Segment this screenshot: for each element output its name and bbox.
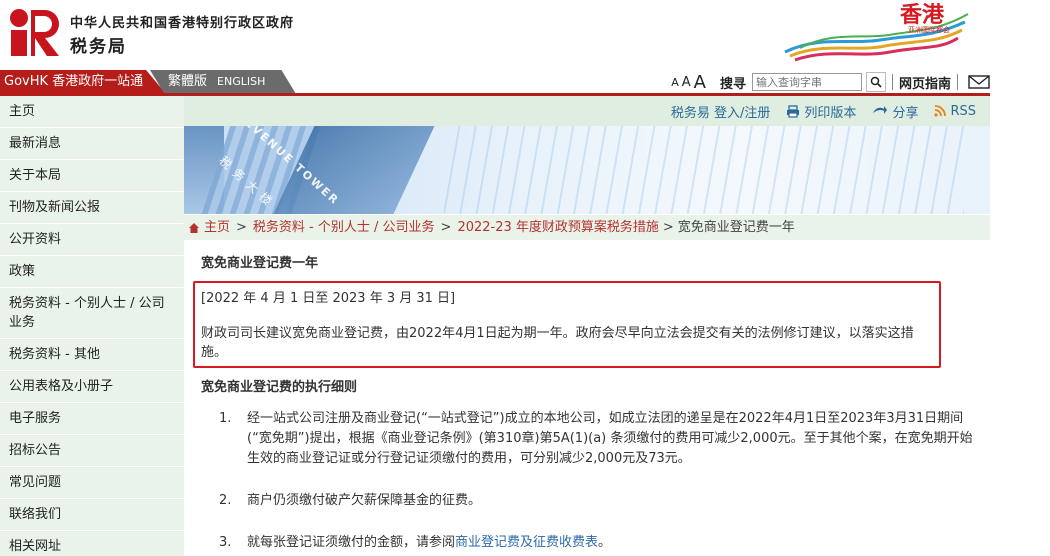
- sidebar-item-home[interactable]: 主页: [0, 96, 184, 128]
- lang-traditional-link[interactable]: 繁體版: [168, 74, 207, 89]
- font-size-large-button[interactable]: A: [694, 72, 706, 93]
- font-size-medium-button[interactable]: A: [682, 75, 691, 90]
- breadcrumb-separator: >: [662, 219, 674, 235]
- sidebar-item-about[interactable]: 关于本局: [0, 160, 184, 192]
- list-item-text: 。: [598, 535, 612, 550]
- breadcrumb-tax-info-link[interactable]: 税务资料 - 个别人士 / 公司业务: [253, 215, 435, 241]
- brand-hong-kong-logo-icon[interactable]: 香港 亚洲国际都会: [780, 0, 970, 66]
- etax-login-link[interactable]: 税务易 登入/注册: [671, 102, 771, 121]
- sitemap-link[interactable]: 网页指南: [899, 73, 951, 92]
- sidebar-item-policy[interactable]: 政策: [0, 256, 184, 288]
- sidebar-item-faq[interactable]: 常见问题: [0, 467, 184, 499]
- sidebar-item-tax-individual-business[interactable]: 税务资料 - 个别人士 / 公司业务: [0, 288, 184, 339]
- print-version-label: 列印版本: [804, 105, 857, 121]
- article: 宽免商业登记费一年 [2022 年 4 月 1 日至 2023 年 3 月 31…: [184, 240, 990, 553]
- print-version-link[interactable]: 列印版本: [786, 102, 856, 121]
- font-size-small-button[interactable]: A: [671, 76, 679, 89]
- rss-label: RSS: [950, 103, 976, 119]
- search-button[interactable]: [865, 72, 886, 92]
- breadcrumb-separator: >: [440, 219, 452, 235]
- tool-bar: A A A 搜寻 网页指南: [671, 72, 990, 93]
- section-title: 宽免商业登记费的执行细则: [201, 380, 358, 395]
- language-switcher: 繁體版 ENGLISH: [150, 70, 296, 94]
- search-icon: [870, 76, 882, 88]
- share-link[interactable]: 分享: [872, 102, 918, 121]
- sidebar-item-eservices[interactable]: 电子服务: [0, 403, 184, 435]
- highlighted-notice: [2022 年 4 月 1 日至 2023 年 3 月 31 日] 财政司司长建…: [193, 281, 941, 368]
- sidebar-item-publications[interactable]: 刊物及新闻公报: [0, 192, 184, 224]
- sidebar-item-forms[interactable]: 公用表格及小册子: [0, 371, 184, 403]
- sidebar-item-tax-other[interactable]: 税务资料 - 其他: [0, 339, 184, 371]
- department-name: 税务局: [70, 37, 127, 57]
- govhk-link[interactable]: GovHK 香港政府一站通: [0, 70, 166, 94]
- breadcrumb-separator: >: [236, 219, 247, 235]
- share-label: 分享: [892, 105, 919, 121]
- rules-list: 1. 经一站式公司注册及商业登记(“一站式登记”)成立的本地公司，如成立法团的递…: [201, 409, 973, 553]
- government-name: 中华人民共和国香港特别行政区政府: [70, 16, 295, 31]
- notice-period: [2022 年 4 月 1 日至 2023 年 3 月 31 日]: [201, 291, 456, 306]
- banner-graphic: [444, 126, 964, 214]
- printer-icon: [787, 104, 800, 118]
- main-content: 税务易 登入/注册 列印版本 分享 RSS REVENUE TOWER 税务大楼: [184, 96, 990, 556]
- search-label: 搜寻: [719, 76, 746, 92]
- list-item-text: 商户仍须缴付破产欠薪保障基金的征费。: [247, 493, 482, 508]
- rss-icon: [934, 105, 947, 117]
- sidebar-item-open-data[interactable]: 公开资料: [0, 224, 184, 256]
- fee-schedule-link[interactable]: 商业登记费及征费收费表: [455, 535, 598, 550]
- sidebar-item-related-links[interactable]: 相关网址: [0, 531, 184, 556]
- breadcrumb-home-link[interactable]: 主页: [204, 215, 230, 241]
- separator: [891, 74, 893, 90]
- list-item: 3. 就每张登记证须缴付的金额，请参阅商业登记费及征费收费表。: [201, 533, 973, 553]
- mail-icon[interactable]: [968, 74, 990, 90]
- lang-english-link[interactable]: ENGLISH: [217, 75, 265, 88]
- list-number: 2.: [219, 493, 232, 508]
- search-input[interactable]: [751, 73, 862, 91]
- list-number: 3.: [219, 535, 232, 550]
- top-navigation: GovHK 香港政府一站通 繁體版 ENGLISH A A A 搜寻 网页指南: [0, 68, 990, 96]
- brand-subtitle: 亚洲国际都会: [908, 25, 950, 34]
- breadcrumb-budget-link[interactable]: 2022-23 年度财政预算案税务措施: [457, 215, 658, 241]
- site-header: 中华人民共和国香港特别行政区政府 税务局 香港 亚洲国际都会: [0, 0, 990, 68]
- rss-link[interactable]: RSS: [934, 104, 976, 119]
- breadcrumb-current: 宽免商业登记费一年: [677, 219, 795, 235]
- share-icon: [873, 106, 888, 114]
- list-item-text: 经一站式公司注册及商业登记(“一站式登记”)成立的本地公司，如成立法团的递呈是在…: [247, 411, 973, 466]
- page-banner: REVENUE TOWER 税务大楼: [184, 126, 990, 214]
- brand-text: 香港: [900, 3, 945, 28]
- sidebar-item-contact[interactable]: 联络我们: [0, 499, 184, 531]
- utility-bar: 税务易 登入/注册 列印版本 分享 RSS: [184, 96, 990, 126]
- notice-text: 财政司司长建议宽免商业登记费，由2022年4月1日起为期一年。政府会尽早向立法会…: [201, 326, 914, 360]
- list-number: 1.: [219, 411, 232, 426]
- sidebar: 主页 最新消息 关于本局 刊物及新闻公报 公开资料 政策 税务资料 - 个别人士…: [0, 96, 184, 556]
- list-item: 1. 经一站式公司注册及商业登记(“一站式登记”)成立的本地公司，如成立法团的递…: [201, 409, 973, 469]
- page-title: 宽免商业登记费一年: [201, 256, 319, 271]
- ird-logo-icon[interactable]: [9, 6, 61, 58]
- list-item-text: 就每张登记证须缴付的金额，请参阅: [247, 535, 456, 550]
- etax-login-label: 税务易 登入/注册: [670, 105, 771, 121]
- separator: [957, 74, 958, 90]
- sidebar-item-news[interactable]: 最新消息: [0, 128, 184, 160]
- sidebar-item-tenders[interactable]: 招标公告: [0, 435, 184, 467]
- breadcrumb: 主页 > 税务资料 - 个别人士 / 公司业务 > 2022-23 年度财政预算…: [184, 214, 990, 240]
- list-item: 2. 商户仍须缴付破产欠薪保障基金的征费。: [201, 491, 973, 511]
- home-icon: [189, 222, 199, 233]
